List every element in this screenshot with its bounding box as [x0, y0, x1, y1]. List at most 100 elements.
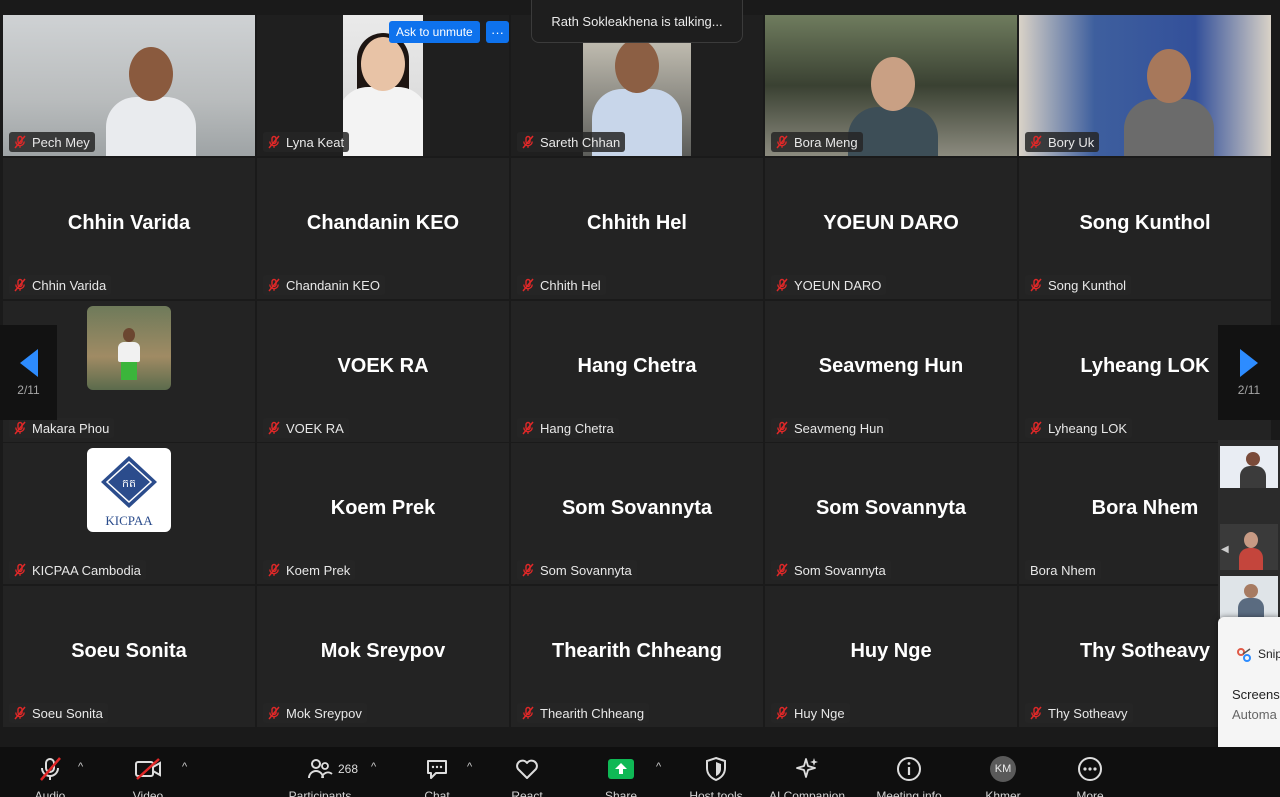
participant-tile[interactable]: Koem Prek Koem Prek: [257, 443, 509, 584]
participant-name-label: Som Sovannyta: [517, 560, 637, 580]
mic-muted-icon: [13, 563, 27, 577]
share-options-caret[interactable]: ^: [656, 761, 661, 773]
participant-tile[interactable]: Chhith Hel Chhith Hel: [511, 158, 763, 299]
page-indicator: 2/11: [1237, 382, 1261, 397]
participant-tile[interactable]: VOEK RA VOEK RA: [257, 301, 509, 442]
react-button[interactable]: React: [482, 755, 572, 797]
audio-options-caret[interactable]: ^: [78, 761, 83, 773]
participant-tile[interactable]: Mok Sreypov Mok Sreypov: [257, 586, 509, 727]
shield-icon: [701, 755, 731, 783]
next-page-button[interactable]: 2/11: [1218, 325, 1280, 420]
participant-tile[interactable]: Som Sovannyta Som Sovannyta: [511, 443, 763, 584]
mic-muted-icon: [13, 278, 27, 292]
participant-name-label: Chhin Varida: [9, 275, 112, 295]
mic-muted-icon: [1029, 706, 1043, 720]
participant-tile[interactable]: Seavmeng Hun Seavmeng Hun: [765, 301, 1017, 442]
participant-tile[interactable]: Hang Chetra Hang Chetra: [511, 301, 763, 442]
share-button[interactable]: Share: [576, 755, 666, 797]
participant-name-text: Thy Sotheavy: [1048, 705, 1128, 721]
participant-tile[interactable]: Chandanin KEO Chandanin KEO: [257, 158, 509, 299]
participant-tile[interactable]: Bora Meng: [765, 15, 1017, 156]
participant-tile[interactable]: កត KICPAA KICPAA Cambodia: [3, 443, 255, 584]
participant-name-label: Song Kunthol: [1025, 275, 1132, 295]
participant-display-name: Soeu Sonita: [71, 640, 187, 662]
participant-name-label: YOEUN DARO: [771, 275, 887, 295]
mic-muted-icon: [775, 135, 789, 149]
participant-name-label: Makara Phou: [9, 418, 115, 438]
participant-name-label: Bory Uk: [1025, 132, 1100, 152]
video-button[interactable]: Video: [103, 755, 193, 797]
participant-display-name: Seavmeng Hun: [818, 355, 964, 377]
snip-line1: Screens: [1232, 687, 1280, 702]
participant-name-text: Bory Uk: [1048, 134, 1095, 150]
participants-options-caret[interactable]: ^: [371, 761, 376, 773]
participant-name-text: Song Kunthol: [1048, 277, 1127, 293]
participant-display-name: Mok Sreypov: [320, 640, 446, 662]
video-options-caret[interactable]: ^: [182, 761, 187, 773]
chevron-left-icon[interactable]: ◀: [1221, 544, 1229, 555]
participant-name-text: Koem Prek: [286, 562, 351, 578]
participant-name-label: KICPAA Cambodia: [9, 560, 146, 580]
more-dots-icon: [1075, 755, 1105, 783]
participant-display-name: Koem Prek: [330, 497, 436, 519]
participant-tile[interactable]: YOEUN DARO YOEUN DARO: [765, 158, 1017, 299]
mic-muted-icon: [775, 278, 789, 292]
participant-name-text: Makara Phou: [32, 420, 110, 436]
participant-tile[interactable]: Chhin Varida Chhin Varida: [3, 158, 255, 299]
participant-name-label: Thy Sotheavy: [1025, 703, 1133, 723]
participant-name-label: Seavmeng Hun: [771, 418, 889, 438]
sparkle-icon: [792, 755, 822, 783]
participant-tile[interactable]: Huy Nge Huy Nge: [765, 586, 1017, 727]
participants-icon: [305, 755, 335, 783]
mic-muted-icon: [267, 706, 281, 720]
participant-name-text: Bora Meng: [794, 134, 858, 150]
language-avatar-icon: KM: [988, 755, 1018, 783]
mic-off-icon: [35, 755, 65, 783]
participant-name-text: Mok Sreypov: [286, 705, 362, 721]
share-screen-icon: [606, 755, 636, 783]
participant-name-label: Lyna Keat: [263, 132, 350, 152]
participant-tile[interactable]: Pech Mey: [3, 15, 255, 156]
participant-name-text: Pech Mey: [32, 134, 90, 150]
ask-to-unmute-button[interactable]: Ask to unmute: [389, 21, 480, 43]
kicpaa-logo: កត KICPAA: [87, 448, 171, 532]
arrow-right-icon: [1240, 348, 1258, 377]
participant-name-text: Thearith Chheang: [540, 705, 645, 721]
more-options-button[interactable]: ···: [486, 21, 509, 43]
participant-display-name: YOEUN DARO: [823, 212, 959, 234]
participant-name-label: Bora Nhem: [1025, 560, 1101, 580]
participant-display-name: Song Kunthol: [1079, 212, 1211, 234]
mic-muted-icon: [775, 563, 789, 577]
mic-muted-icon: [1029, 135, 1043, 149]
mic-muted-icon: [521, 135, 535, 149]
heart-icon: [512, 755, 542, 783]
participant-display-name: Chandanin KEO: [306, 212, 460, 234]
participant-display-name: Hang Chetra: [577, 355, 697, 377]
participant-name-text: Seavmeng Hun: [794, 420, 884, 436]
host-tools-button[interactable]: Host tools: [671, 755, 761, 797]
language-button[interactable]: KM Khmer: [958, 755, 1048, 797]
participant-tile[interactable]: Bory Uk: [1019, 15, 1271, 156]
participant-tile[interactable]: Thearith Chheang Thearith Chheang: [511, 586, 763, 727]
participant-display-name: VOEK RA: [337, 355, 429, 377]
previous-page-button[interactable]: 2/11: [0, 325, 57, 420]
participant-tile[interactable]: Soeu Sonita Soeu Sonita: [3, 586, 255, 727]
participant-tile[interactable]: Som Sovannyta Som Sovannyta: [765, 443, 1017, 584]
mic-muted-icon: [267, 135, 281, 149]
participant-name-label: Lyheang LOK: [1025, 418, 1133, 438]
participant-name-label: Bora Meng: [771, 132, 863, 152]
participant-tile[interactable]: Song Kunthol Song Kunthol: [1019, 158, 1271, 299]
participant-name-label: Hang Chetra: [517, 418, 619, 438]
ai-companion-button[interactable]: AI Companion: [762, 755, 852, 797]
meeting-info-button[interactable]: Meeting info: [864, 755, 954, 797]
chat-options-caret[interactable]: ^: [467, 761, 472, 773]
mic-muted-icon: [775, 421, 789, 435]
meeting-window: Pech Mey Lyna Keat Sareth Chhan Bora Meng Bo…: [0, 0, 1280, 797]
mic-muted-icon: [1029, 421, 1043, 435]
more-button[interactable]: More: [1045, 755, 1135, 797]
mic-muted-icon: [1029, 278, 1043, 292]
participant-display-name: Chhin Varida: [67, 212, 191, 234]
participant-name-text: Som Sovannyta: [794, 562, 886, 578]
participant-display-name: Chhith Hel: [587, 212, 687, 234]
meeting-toolbar: Audio ^ Video ^ Participants 268 ^ Chat …: [0, 747, 1280, 797]
